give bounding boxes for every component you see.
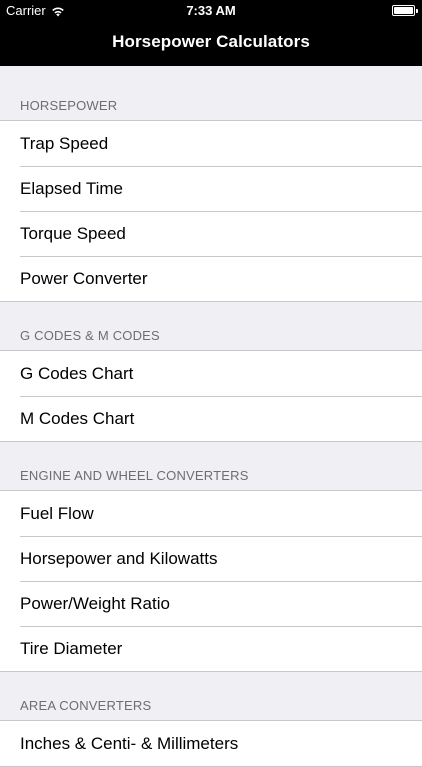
- section-area-converters: Inches & Centi- & Millimeters: [0, 721, 422, 767]
- battery-tip: [416, 9, 418, 13]
- section-header-horsepower: HORSEPOWER: [0, 66, 422, 121]
- list-item-fuel-flow[interactable]: Fuel Flow: [0, 491, 422, 536]
- list-item-label: Torque Speed: [20, 223, 126, 243]
- battery-fill: [394, 7, 413, 14]
- status-bar: Carrier 7:33 AM: [0, 0, 422, 22]
- list-item-label: Horsepower and Kilowatts: [20, 548, 218, 568]
- list-item-tire-diameter[interactable]: Tire Diameter: [0, 626, 422, 671]
- section-engine-wheel: Fuel Flow Horsepower and Kilowatts Power…: [0, 491, 422, 672]
- list-item-label: Elapsed Time: [20, 178, 123, 198]
- list-item-power-converter[interactable]: Power Converter: [0, 256, 422, 301]
- status-time: 7:33 AM: [186, 3, 236, 18]
- list-item-label: Fuel Flow: [20, 503, 94, 523]
- top-bar: Carrier 7:33 AM Horsepower Calculators: [0, 0, 422, 66]
- section-header-engine-wheel: ENGINE AND WHEEL CONVERTERS: [0, 442, 422, 491]
- list-item-label: Power/Weight Ratio: [20, 593, 170, 613]
- list-item-torque-speed[interactable]: Torque Speed: [0, 211, 422, 256]
- list-item-label: Power Converter: [20, 268, 148, 288]
- section-horsepower: Trap Speed Elapsed Time Torque Speed Pow…: [0, 121, 422, 302]
- battery-icon: [392, 5, 418, 16]
- list-item-g-codes-chart[interactable]: G Codes Chart: [0, 351, 422, 396]
- list-item-label: Tire Diameter: [20, 638, 123, 658]
- section-g-m-codes: G Codes Chart M Codes Chart: [0, 351, 422, 442]
- list-item-label: G Codes Chart: [20, 363, 134, 383]
- list-item-elapsed-time[interactable]: Elapsed Time: [0, 166, 422, 211]
- calculator-list: HORSEPOWER Trap Speed Elapsed Time Torqu…: [0, 66, 422, 767]
- section-header-area-converters: AREA CONVERTERS: [0, 672, 422, 721]
- list-item-label: Trap Speed: [20, 133, 109, 153]
- section-header-g-m-codes: G CODES & M CODES: [0, 302, 422, 351]
- list-item-trap-speed[interactable]: Trap Speed: [0, 121, 422, 166]
- nav-title: Horsepower Calculators: [112, 32, 310, 51]
- list-item-horsepower-kilowatts[interactable]: Horsepower and Kilowatts: [0, 536, 422, 581]
- list-item-label: M Codes Chart: [20, 408, 135, 428]
- list-item-inches-centi-millimeters[interactable]: Inches & Centi- & Millimeters: [0, 721, 422, 766]
- list-item-m-codes-chart[interactable]: M Codes Chart: [0, 396, 422, 441]
- list-item-label: Inches & Centi- & Millimeters: [20, 733, 239, 753]
- list-item-power-weight-ratio[interactable]: Power/Weight Ratio: [0, 581, 422, 626]
